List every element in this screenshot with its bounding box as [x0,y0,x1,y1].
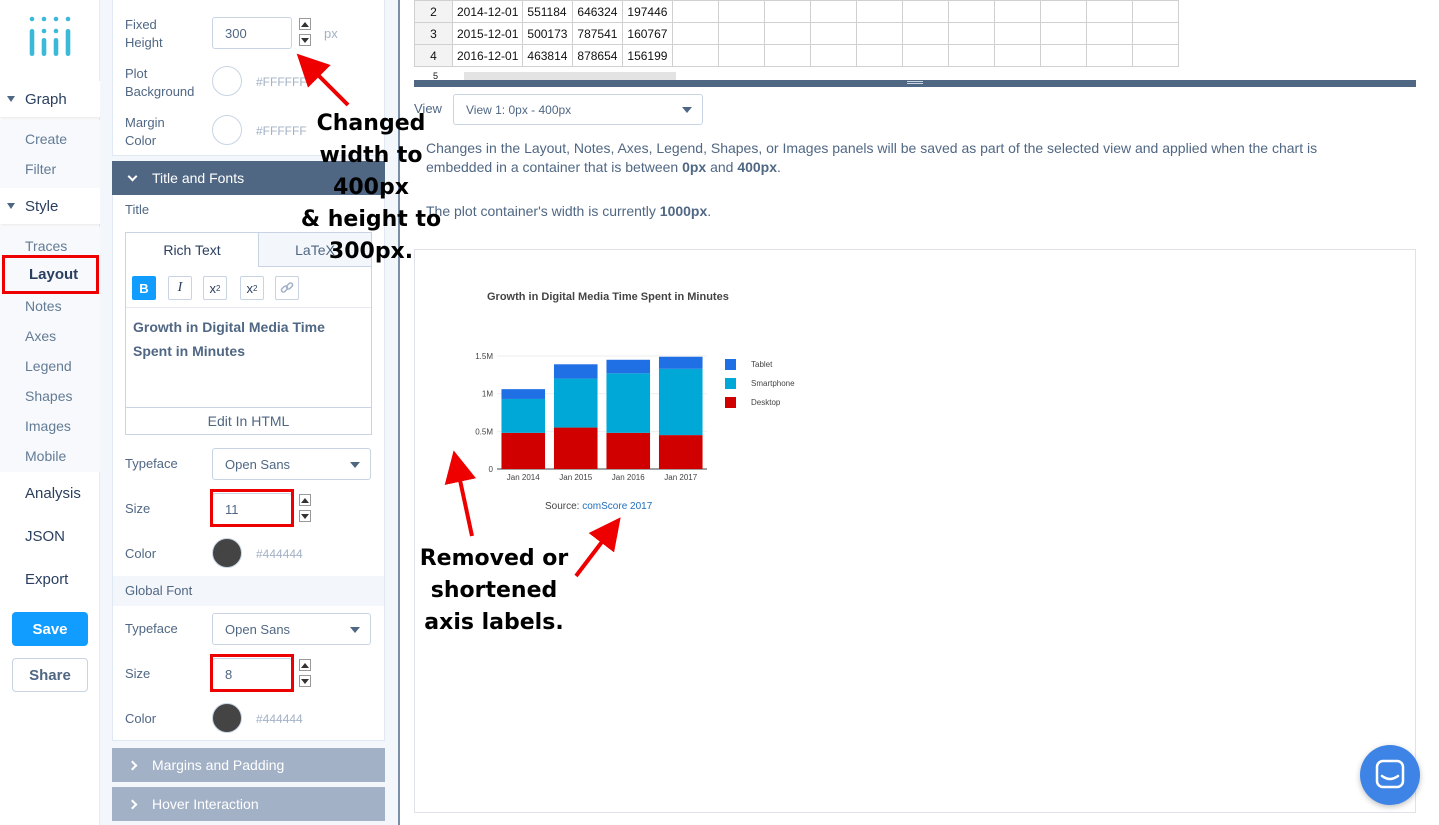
annotation-arrows [296,53,621,578]
arrow-to-fixed-height [296,53,350,107]
size-note-line: 400px [333,175,409,200]
arrow-to-axis [444,450,476,537]
chat-launcher-button[interactable] [1360,745,1420,805]
axis-note-line: axis labels. [424,610,564,635]
axis-note-line: Removed or [419,546,569,571]
size-note-line: & height to [300,207,442,232]
size-note-line: 300px. [328,239,414,264]
size-note-line: Changed [316,111,426,136]
size-change-note: Changed width to 400px & height to 300px… [296,108,446,268]
size-note-line: width to [319,143,423,168]
axis-note-line: shortened [430,578,558,603]
chat-bubble-icon [1375,759,1405,789]
axis-labels-note: Removed or shortened axis labels. [414,543,574,639]
arrow-to-source [574,517,621,578]
